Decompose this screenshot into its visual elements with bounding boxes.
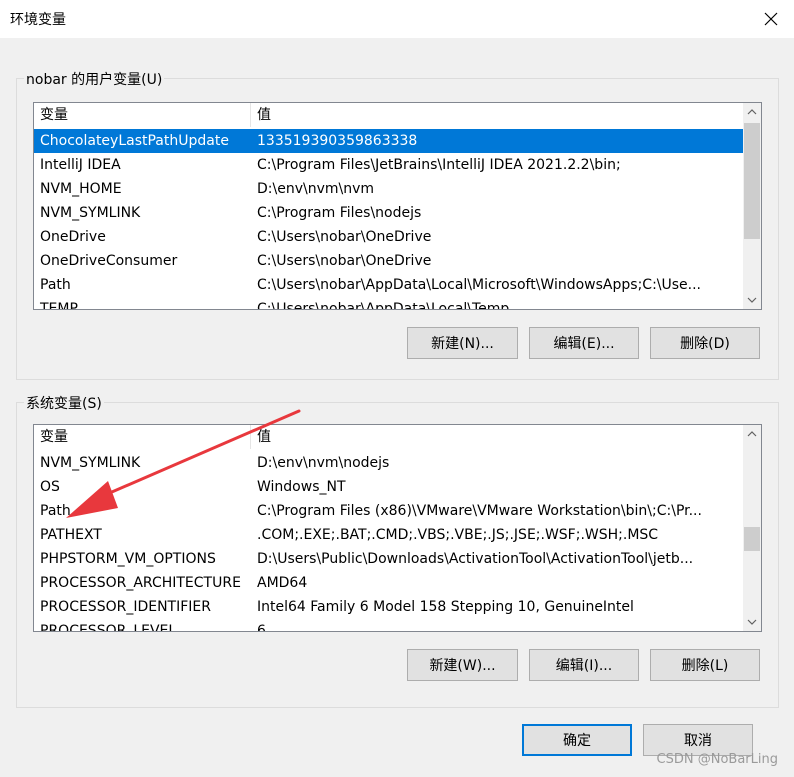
chevron-up-icon bbox=[747, 109, 757, 115]
variable-value: 133519390359863338 bbox=[257, 133, 418, 149]
system-variables-list[interactable]: 变量 值 NVM_SYMLINK D:\env\nvm\nodejs OS Windo… bbox=[33, 424, 762, 632]
list-item[interactable]: Path C:\Program Files (x86)\VMware\VMware… bbox=[34, 499, 743, 523]
user-new-button[interactable]: 新建(N)... bbox=[407, 327, 518, 359]
vertical-scrollbar[interactable] bbox=[743, 425, 761, 631]
variable-value: D:\env\nvm\nodejs bbox=[257, 455, 390, 471]
variable-name: ChocolateyLastPathUpdate bbox=[40, 133, 229, 149]
close-button[interactable] bbox=[748, 0, 794, 38]
list-item[interactable]: PHPSTORM_VM_OPTIONS D:\Users\Public\Downl… bbox=[34, 547, 743, 571]
list-item[interactable]: PROCESSOR_LEVEL 6 bbox=[34, 619, 743, 631]
variable-value: C:\Users\nobar\AppData\Local\Microsoft\W… bbox=[257, 277, 702, 293]
ok-button[interactable]: 确定 bbox=[522, 724, 632, 756]
list-item[interactable]: PATHEXT .COM;.EXE;.BAT;.CMD;.VBS;.VBE;.JS… bbox=[34, 523, 743, 547]
system-edit-button[interactable]: 编辑(I)... bbox=[529, 649, 639, 681]
user-edit-button[interactable]: 编辑(E)... bbox=[529, 327, 639, 359]
list-item[interactable]: PROCESSOR_ARCHITECTURE AMD64 bbox=[34, 571, 743, 595]
variable-name: PROCESSOR_IDENTIFIER bbox=[40, 599, 211, 615]
variable-value: C:\Users\nobar\OneDrive bbox=[257, 253, 432, 269]
variable-name: PATHEXT bbox=[40, 527, 102, 543]
system-new-button[interactable]: 新建(W)... bbox=[407, 649, 518, 681]
user-variables-rows: ChocolateyLastPathUpdate 1335193903598633… bbox=[34, 129, 743, 309]
list-header: 变量 值 bbox=[34, 103, 743, 127]
variable-name: PROCESSOR_ARCHITECTURE bbox=[40, 575, 241, 591]
column-header-value[interactable]: 值 bbox=[251, 103, 743, 127]
variable-name: OneDriveConsumer bbox=[40, 253, 178, 269]
variable-value: C:\Users\nobar\OneDrive bbox=[257, 229, 432, 245]
variable-value: AMD64 bbox=[257, 575, 308, 591]
list-item[interactable]: OS Windows_NT bbox=[34, 475, 743, 499]
scroll-down-button[interactable] bbox=[743, 613, 761, 631]
variable-name: OneDrive bbox=[40, 229, 106, 245]
variable-name: IntelliJ IDEA bbox=[40, 157, 121, 173]
column-header-value[interactable]: 值 bbox=[251, 425, 743, 449]
variable-name: PROCESSOR_LEVEL bbox=[40, 623, 177, 631]
scroll-down-button[interactable] bbox=[743, 291, 761, 309]
chevron-up-icon bbox=[747, 431, 757, 437]
list-item[interactable]: OneDrive C:\Users\nobar\OneDrive bbox=[34, 225, 743, 249]
watermark: CSDN @NoBarLing bbox=[656, 752, 778, 767]
system-variables-rows: NVM_SYMLINK D:\env\nvm\nodejs OS Windows_NT… bbox=[34, 451, 743, 631]
scroll-up-button[interactable] bbox=[743, 425, 761, 443]
variable-value: C:\Program Files (x86)\VMware\VMware Wor… bbox=[257, 503, 702, 519]
variable-value: 6 bbox=[257, 623, 266, 631]
variable-name: Path bbox=[40, 277, 71, 293]
list-item[interactable]: Path C:\Users\nobar\AppData\Local\Microso… bbox=[34, 273, 743, 297]
variable-value: C:\Users\nobar\AppData\Local\Temp bbox=[257, 301, 510, 309]
scrollbar-thumb[interactable] bbox=[744, 527, 760, 551]
scrollbar-thumb[interactable] bbox=[744, 123, 760, 239]
list-item[interactable]: TEMP C:\Users\nobar\AppData\Local\Temp bbox=[34, 297, 743, 309]
variable-value: C:\Program Files\JetBrains\IntelliJ IDEA… bbox=[257, 157, 621, 173]
list-item[interactable]: NVM_SYMLINK D:\env\nvm\nodejs bbox=[34, 451, 743, 475]
variable-value: D:\Users\Public\Downloads\ActivationTool… bbox=[257, 551, 694, 567]
system-variables-label: 系统变量(S) bbox=[24, 393, 104, 413]
variable-name: Path bbox=[40, 503, 71, 519]
list-item[interactable]: NVM_SYMLINK C:\Program Files\nodejs bbox=[34, 201, 743, 225]
list-item[interactable]: PROCESSOR_IDENTIFIER Intel64 Family 6 Mod… bbox=[34, 595, 743, 619]
variable-value: Windows_NT bbox=[257, 479, 346, 495]
variable-value: Intel64 Family 6 Model 158 Stepping 10, … bbox=[257, 599, 634, 615]
variable-value: .COM;.EXE;.BAT;.CMD;.VBS;.VBE;.JS;.JSE;.… bbox=[257, 527, 659, 543]
title-bar: 环境变量 bbox=[0, 0, 794, 38]
variable-value: C:\Program Files\nodejs bbox=[257, 205, 422, 221]
variable-name: OS bbox=[40, 479, 60, 495]
scroll-up-button[interactable] bbox=[743, 103, 761, 121]
system-delete-button[interactable]: 删除(L) bbox=[650, 649, 760, 681]
list-item[interactable]: ChocolateyLastPathUpdate 1335193903598633… bbox=[34, 129, 743, 153]
variable-name: PHPSTORM_VM_OPTIONS bbox=[40, 551, 216, 567]
variable-name: NVM_HOME bbox=[40, 181, 122, 197]
user-variables-label: nobar 的用户变量(U) bbox=[24, 69, 165, 89]
variable-name: NVM_SYMLINK bbox=[40, 205, 141, 221]
chevron-down-icon bbox=[747, 619, 757, 625]
variable-name: NVM_SYMLINK bbox=[40, 455, 141, 471]
chevron-down-icon bbox=[747, 297, 757, 303]
vertical-scrollbar[interactable] bbox=[743, 103, 761, 309]
user-variables-list[interactable]: 变量 值 ChocolateyLastPathUpdate 13351939035… bbox=[33, 102, 762, 310]
window-title: 环境变量 bbox=[10, 12, 66, 28]
close-icon bbox=[764, 12, 778, 26]
column-header-name[interactable]: 变量 bbox=[34, 425, 251, 449]
user-delete-button[interactable]: 删除(D) bbox=[650, 327, 760, 359]
variable-name: TEMP bbox=[40, 301, 78, 309]
column-header-name[interactable]: 变量 bbox=[34, 103, 251, 127]
list-item[interactable]: IntelliJ IDEA C:\Program Files\JetBrains\… bbox=[34, 153, 743, 177]
list-header: 变量 值 bbox=[34, 425, 743, 449]
list-item[interactable]: OneDriveConsumer C:\Users\nobar\OneDrive bbox=[34, 249, 743, 273]
list-item[interactable]: NVM_HOME D:\env\nvm\nvm bbox=[34, 177, 743, 201]
variable-value: D:\env\nvm\nvm bbox=[257, 181, 375, 197]
